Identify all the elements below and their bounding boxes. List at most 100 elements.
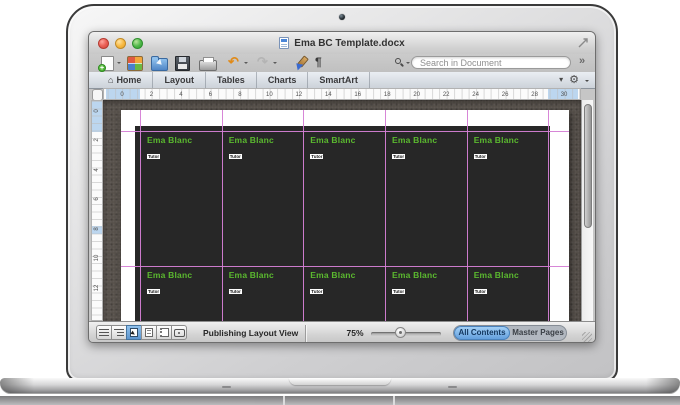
status-bar: Publishing Layout View 75% All Contents M… bbox=[89, 321, 595, 342]
document-page[interactable]: Ema Blanc Tutor Ema Blanc Tutor Ema Blanc Tut… bbox=[121, 110, 569, 321]
new-document-icon[interactable] bbox=[98, 56, 114, 72]
search-icon[interactable] bbox=[395, 58, 405, 68]
ruler-number: 30 bbox=[560, 91, 568, 98]
webcam-icon bbox=[339, 14, 345, 20]
open-icon[interactable] bbox=[151, 56, 168, 71]
document-icon bbox=[279, 37, 290, 49]
draft-view-button[interactable] bbox=[96, 325, 112, 340]
business-card-text[interactable]: Ema Blanc Tutor bbox=[310, 271, 355, 298]
collapse-ribbon-icon[interactable]: ▾ bbox=[559, 76, 563, 84]
show-formatting-marks-icon[interactable]: ¶ bbox=[315, 54, 322, 71]
card-name: Ema Blanc bbox=[392, 135, 438, 145]
business-card-text[interactable]: Ema Blanc Tutor bbox=[473, 136, 519, 163]
outline-view-button[interactable] bbox=[111, 325, 127, 340]
statusbar-tab-all-contents[interactable]: All Contents bbox=[454, 326, 510, 340]
search-scope-dropdown-icon[interactable] bbox=[406, 62, 410, 66]
publishing-layout-view-icon bbox=[130, 328, 138, 337]
card-subtitle: Tutor bbox=[147, 154, 161, 159]
outline-view-icon bbox=[114, 329, 124, 336]
ruler-number: 16 bbox=[354, 91, 362, 98]
new-document-dropdown-icon[interactable] bbox=[117, 62, 121, 66]
card-name: Ema Blanc bbox=[310, 270, 356, 280]
zoom-level: 75% bbox=[346, 328, 364, 338]
tab-charts[interactable]: Charts bbox=[257, 72, 309, 88]
title-bar: Ema BC Template.docx bbox=[89, 32, 595, 55]
notebook-layout-view-button[interactable] bbox=[156, 325, 172, 340]
layout-guide-vertical bbox=[140, 110, 141, 321]
tab-tables[interactable]: Tables bbox=[206, 72, 257, 88]
gear-dropdown-icon[interactable] bbox=[585, 79, 589, 84]
ruler-number: 6 bbox=[208, 91, 213, 98]
hinge-mark bbox=[222, 386, 231, 388]
tab-home[interactable]: ⌂ Home bbox=[97, 72, 154, 88]
redo-dropdown-icon[interactable] bbox=[273, 62, 277, 66]
ruler-number: 14 bbox=[324, 91, 332, 98]
horizontal-ruler: 0 2 4 6 8 10 12 14 16 18 20 22 24 26 28 30 bbox=[103, 88, 581, 100]
page-background: Ema BC Template.docx ↶ ↷ ¶ bbox=[0, 0, 680, 405]
card-name: Ema Blanc bbox=[147, 270, 193, 280]
ruler-number: 20 bbox=[413, 91, 421, 98]
business-card-text[interactable]: Ema Blanc Tutor bbox=[392, 136, 437, 163]
card-name: Ema Blanc bbox=[310, 135, 356, 145]
resize-grip-icon[interactable] bbox=[582, 332, 592, 342]
ruler-number: 12 bbox=[295, 91, 303, 98]
search-input[interactable] bbox=[411, 56, 571, 69]
zoom-slider-track[interactable] bbox=[371, 332, 441, 336]
card-subtitle: Tutor bbox=[310, 289, 324, 294]
elements-gallery-icon[interactable] bbox=[127, 56, 143, 71]
ribbon-tab-bar: ⌂ Home Layout Tables Charts SmartArt ▾ ⚙ bbox=[89, 72, 595, 89]
vertical-scrollbar[interactable] bbox=[581, 100, 593, 321]
minimize-button[interactable] bbox=[115, 38, 126, 49]
ruler-number: 24 bbox=[472, 91, 479, 98]
ruler-number: 8 bbox=[238, 91, 242, 98]
gear-icon[interactable]: ⚙ bbox=[569, 74, 579, 86]
scrollbar-thumb[interactable] bbox=[583, 104, 592, 228]
statusbar-tab-master-pages[interactable]: Master Pages bbox=[510, 326, 566, 340]
print-layout-view-icon bbox=[145, 328, 153, 337]
business-card-text[interactable]: Ema Blanc Tutor bbox=[228, 271, 274, 298]
window-controls bbox=[98, 38, 143, 49]
business-card-text[interactable]: Ema Blanc Tutor bbox=[392, 271, 437, 298]
print-layout-view-button[interactable] bbox=[141, 325, 157, 340]
undo-icon[interactable]: ↶ bbox=[228, 54, 239, 70]
ruler-number: 0 bbox=[94, 109, 100, 113]
business-card-text[interactable]: Ema Blanc Tutor bbox=[310, 136, 355, 163]
business-card-text[interactable]: Ema Blanc Tutor bbox=[473, 271, 519, 298]
ruler-number: 4 bbox=[94, 168, 100, 172]
fullscreen-icon[interactable] bbox=[578, 38, 588, 48]
ruler-number: 22 bbox=[442, 91, 450, 98]
zoom-button[interactable] bbox=[132, 38, 143, 49]
tab-layout[interactable]: Layout bbox=[153, 72, 206, 88]
tab-label: SmartArt bbox=[319, 74, 358, 85]
publishing-layout-view-button[interactable] bbox=[126, 325, 142, 340]
tab-label: Tables bbox=[216, 74, 245, 85]
ribbon-controls: ▾ ⚙ bbox=[559, 72, 589, 88]
standard-toolbar: ↶ ↷ ¶ » bbox=[89, 54, 595, 73]
format-painter-icon[interactable] bbox=[293, 56, 307, 69]
business-card-text[interactable]: Ema Blanc Tutor bbox=[228, 136, 274, 163]
laptop-frame: Ema BC Template.docx ↶ ↷ ¶ bbox=[66, 4, 618, 382]
lid-notch bbox=[289, 378, 391, 385]
card-subtitle: Tutor bbox=[392, 154, 406, 159]
divider bbox=[305, 325, 306, 342]
undo-dropdown-icon[interactable] bbox=[244, 62, 248, 66]
close-button[interactable] bbox=[98, 38, 109, 49]
focus-view-icon bbox=[173, 328, 185, 337]
content-tabs: All Contents Master Pages bbox=[453, 325, 567, 341]
vertical-ruler: 0 2 4 6 8 10 12 bbox=[91, 100, 103, 321]
more-toolbar-items-icon[interactable]: » bbox=[579, 55, 585, 67]
card-subtitle: Tutor bbox=[473, 154, 487, 159]
ruler-number: 4 bbox=[179, 91, 183, 98]
laptop-reflection bbox=[0, 396, 680, 405]
save-icon[interactable] bbox=[175, 56, 190, 71]
tab-smartart[interactable]: SmartArt bbox=[308, 72, 370, 88]
ruler-number: 2 bbox=[149, 91, 154, 98]
print-icon[interactable] bbox=[199, 57, 217, 71]
business-card-text[interactable]: Ema Blanc Tutor bbox=[147, 136, 192, 163]
focus-view-button[interactable] bbox=[171, 325, 187, 340]
business-card-text[interactable]: Ema Blanc Tutor bbox=[147, 271, 192, 298]
ruler-number: 26 bbox=[501, 91, 509, 98]
laptop-base bbox=[0, 378, 680, 393]
zoom-slider-thumb[interactable] bbox=[395, 327, 406, 338]
redo-icon[interactable]: ↷ bbox=[257, 54, 268, 70]
